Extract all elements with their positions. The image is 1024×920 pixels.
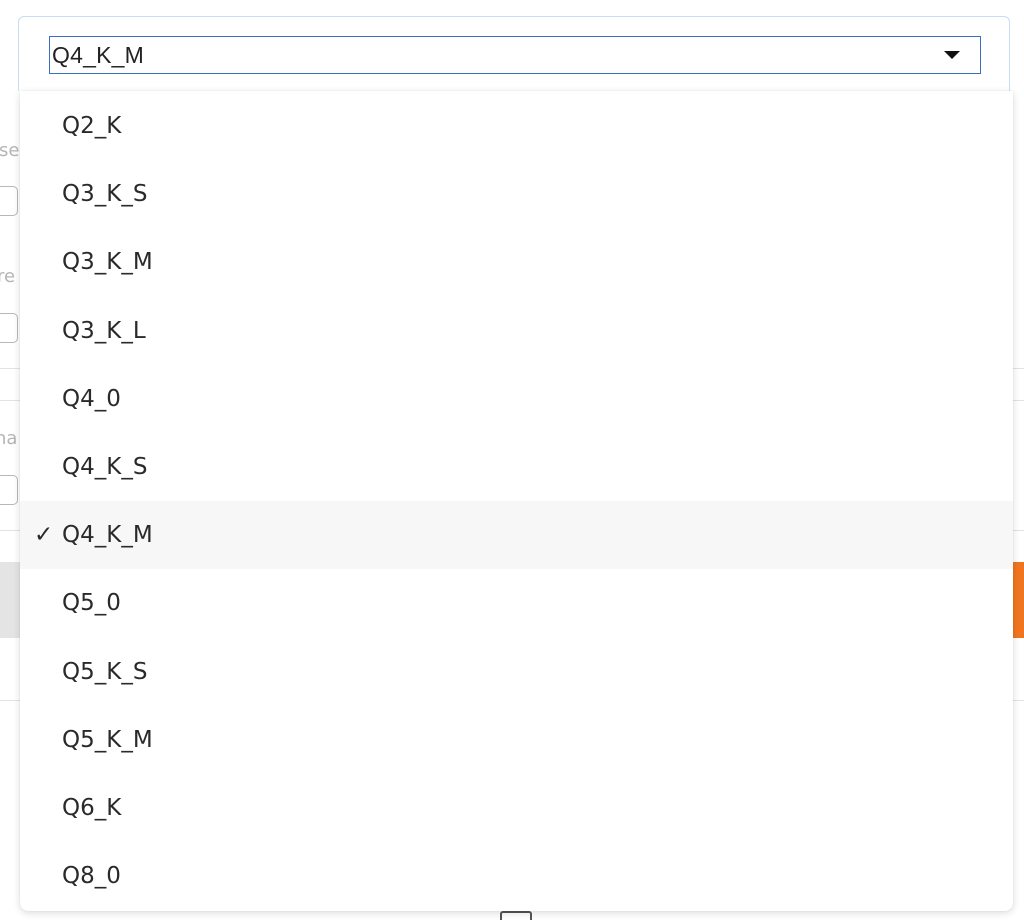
dropdown-option[interactable]: ✓Q6_K	[20, 774, 1013, 842]
dropdown-option-label: Q5_K_S	[62, 658, 148, 685]
dropdown-option-label: Q3_K_L	[62, 317, 146, 344]
dropdown-option-label: Q2_K	[62, 113, 122, 140]
background-checkbox-3[interactable]	[0, 475, 18, 505]
dropdown-option-label: Q8_0	[62, 863, 121, 890]
chevron-down-icon[interactable]	[944, 51, 960, 59]
dropdown-option[interactable]: ✓Q4_0	[20, 365, 1013, 433]
dropdown-option-label: Q5_0	[62, 590, 121, 617]
select-current-value: Q4_K_M	[52, 41, 144, 68]
dropdown-option[interactable]: ✓Q3_K_S	[20, 160, 1013, 228]
dropdown-option[interactable]: ✓Q8_0	[20, 842, 1013, 910]
dropdown-option-label: Q4_0	[62, 385, 121, 412]
dropdown-option[interactable]: ✓Q3_K_M	[20, 228, 1013, 296]
quantization-select[interactable]: Q4_K_M	[49, 36, 981, 74]
background-small-control[interactable]	[500, 911, 532, 920]
quantization-dropdown: ✓Q2_K✓Q3_K_S✓Q3_K_M✓Q3_K_L✓Q4_0✓Q4_K_S✓Q…	[20, 91, 1013, 911]
check-icon: ✓	[34, 522, 54, 549]
dropdown-option[interactable]: ✓ Q4_K_M	[20, 501, 1013, 570]
dropdown-option[interactable]: ✓Q3_K_L	[20, 297, 1013, 365]
dropdown-option[interactable]: ✓Q5_K_S	[20, 638, 1013, 706]
background-checkbox-1[interactable]	[0, 186, 18, 216]
app-stage: lse re ha Q4_K_M ✓Q2_K✓Q3_K_S✓Q3_K_M✓Q3_…	[0, 0, 1024, 920]
dropdown-option-label: Q4_K_S	[62, 454, 148, 481]
background-checkbox-2[interactable]	[0, 313, 18, 343]
dropdown-option[interactable]: ✓Q4_K_S	[20, 433, 1013, 501]
dropdown-options-list: ✓Q2_K✓Q3_K_S✓Q3_K_M✓Q3_K_L✓Q4_0✓Q4_K_S✓Q…	[20, 92, 1013, 910]
background-secondary-button[interactable]	[0, 562, 20, 638]
background-primary-button[interactable]	[1012, 562, 1024, 638]
background-label-3: ha	[0, 428, 18, 449]
dropdown-option[interactable]: ✓Q5_K_M	[20, 706, 1013, 774]
dropdown-option[interactable]: ✓Q2_K	[20, 92, 1013, 160]
dropdown-option-label: Q3_K_S	[62, 181, 148, 208]
dropdown-option-label: Q3_K_M	[62, 249, 153, 276]
dropdown-option[interactable]: ✓Q5_0	[20, 569, 1013, 637]
background-label-1: lse	[0, 140, 20, 161]
dropdown-option-label: Q5_K_M	[62, 726, 153, 753]
background-label-2: re	[0, 266, 16, 287]
dropdown-option-label: Q4_K_M	[62, 522, 153, 549]
dropdown-option-label: Q6_K	[62, 794, 122, 821]
quantization-select-wrapper: Q4_K_M	[18, 16, 1010, 91]
